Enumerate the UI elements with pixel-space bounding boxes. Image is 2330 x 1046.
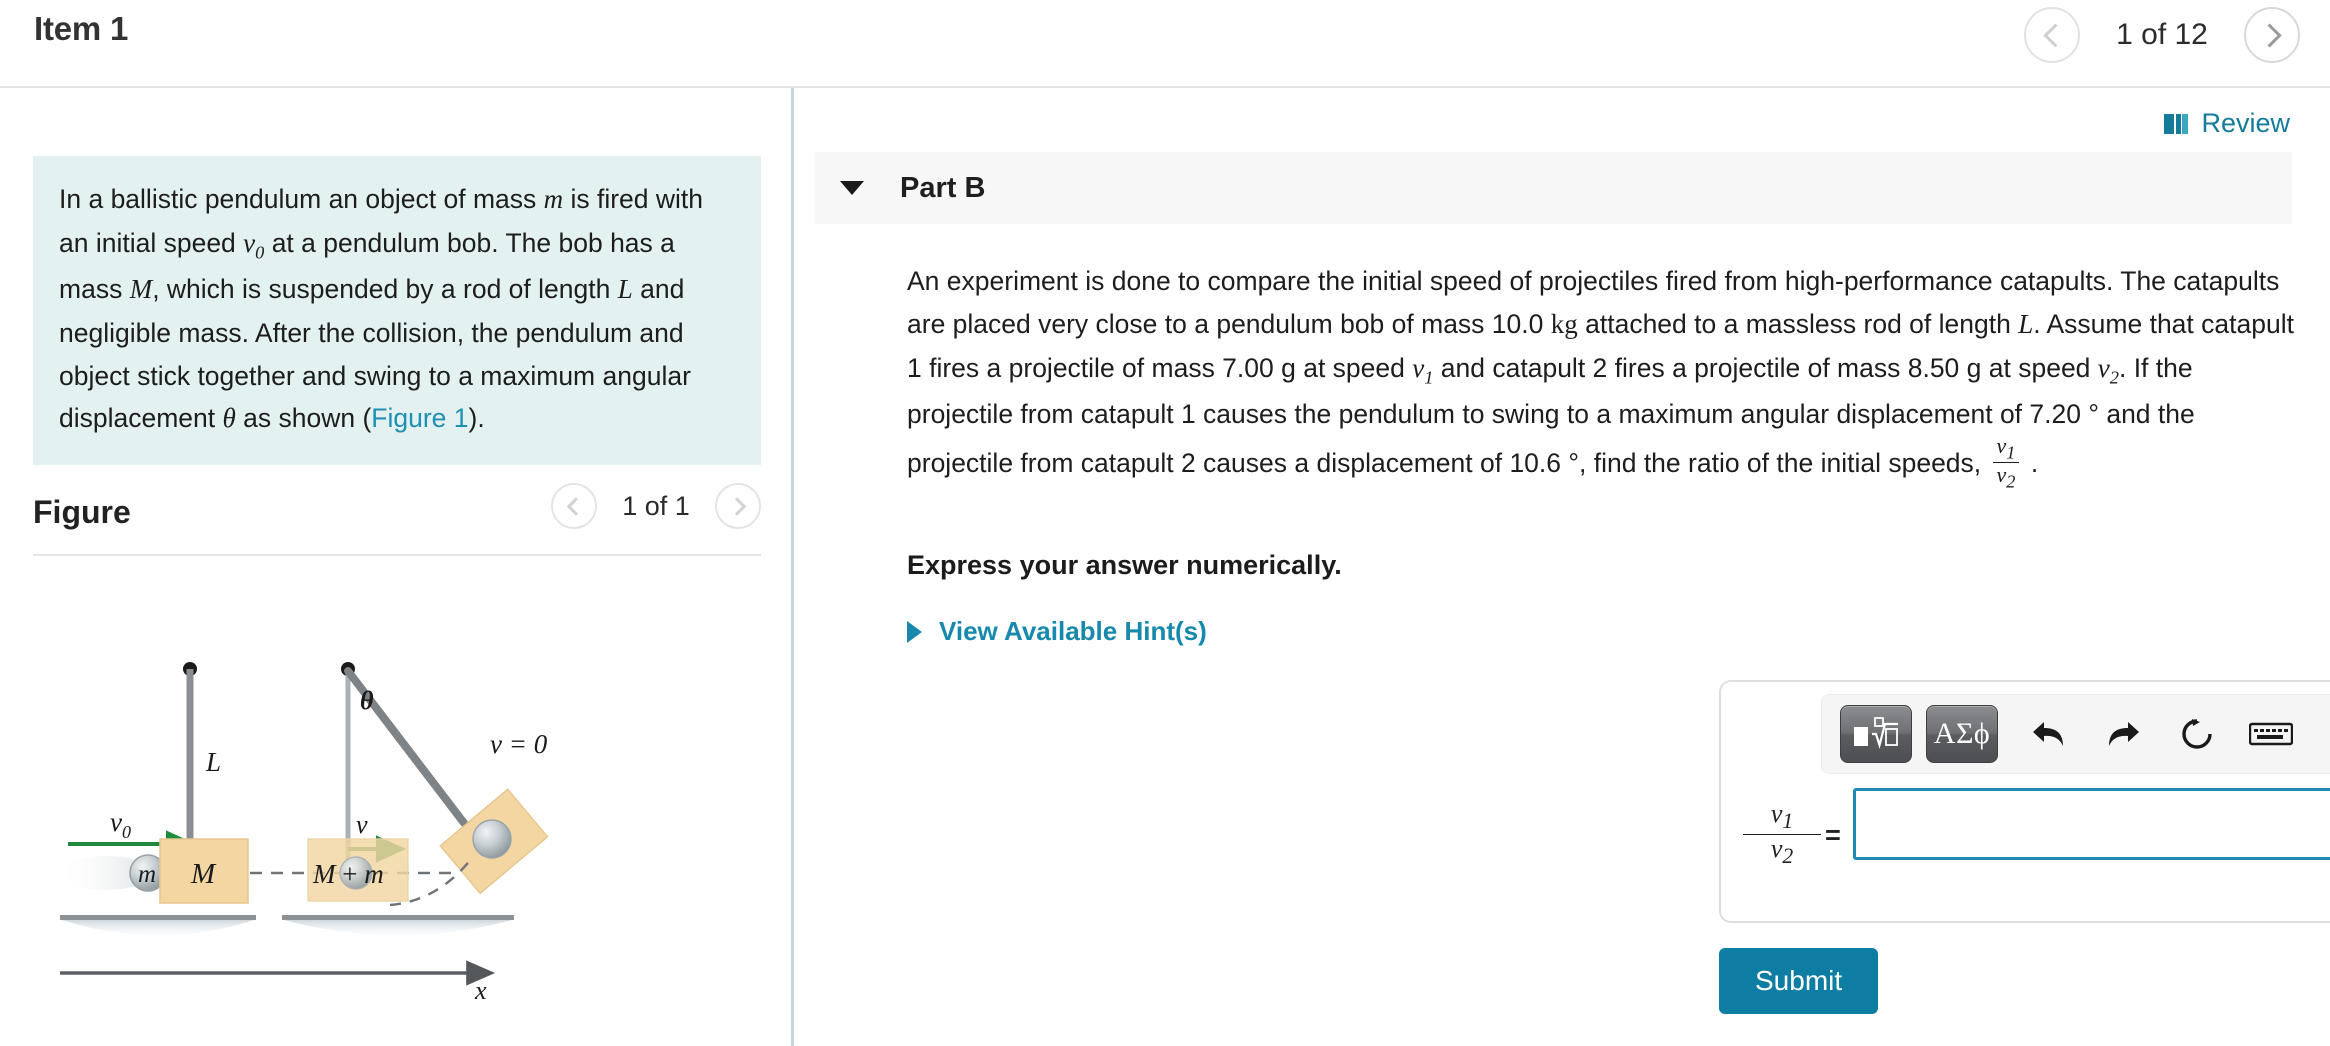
figure-divider	[33, 554, 761, 556]
q-seg-2: attached to a massless rod of length	[1577, 308, 2019, 339]
greek-symbols-button[interactable]: ΑΣϕ	[1926, 705, 1998, 763]
answer-input[interactable]	[1853, 788, 2330, 860]
label-v-equals-zero: v = 0	[490, 729, 548, 759]
greek-label: ΑΣϕ	[1933, 717, 1991, 750]
item-counter: 1 of 12	[2116, 18, 2208, 51]
speed-ratio-fraction: v1 v2	[1992, 432, 2020, 492]
question-var-v2: v2	[2097, 352, 2119, 388]
statement-text-6: as shown (	[235, 403, 372, 434]
math-toolbar: ΑΣϕ	[1821, 694, 2330, 774]
figure-navigation: 1 of 1	[551, 483, 761, 529]
page-title: Item 1	[34, 10, 129, 47]
label-v0: v0	[110, 807, 131, 842]
label-x-axis: x	[474, 976, 487, 1005]
answer-panel: ΑΣϕ v1 v2 =	[1719, 680, 2330, 923]
figure-previous-button[interactable]	[551, 483, 597, 529]
label-v: v	[356, 810, 368, 839]
view-hints-button[interactable]: View Available Hint(s)	[907, 616, 1207, 647]
next-item-button[interactable]	[2244, 7, 2300, 63]
mastering-physics-page: Item 1 1 of 12 In a ballistic pendulum a…	[0, 0, 2330, 1046]
surface-left-shadow	[62, 920, 254, 936]
answer-instruction: Express your answer numerically.	[907, 550, 1342, 580]
math-template-icon	[1854, 717, 1898, 749]
surface-right	[282, 915, 514, 920]
ballistic-pendulum-figure: L m v0 M θ v = 0 v M + m x	[57, 643, 740, 1043]
figure-next-button[interactable]	[715, 483, 761, 529]
triangle-right-icon	[907, 620, 922, 643]
previous-item-button[interactable]	[2024, 7, 2080, 63]
question-var-L: L	[2018, 308, 2034, 339]
statement-text-1: In a ballistic pendulum an object of mas…	[59, 184, 544, 214]
question-text: An experiment is done to compare the ini…	[907, 260, 2297, 494]
unit-kg: kg	[1550, 308, 1578, 339]
reset-circle-icon	[2182, 719, 2212, 749]
hints-label: View Available Hint(s)	[939, 616, 1207, 646]
redo-button[interactable]	[2086, 705, 2160, 763]
statement-var-theta: θ	[222, 403, 236, 434]
lhs-denominator: v2	[1743, 833, 1821, 869]
figure-counter: 1 of 1	[622, 490, 690, 521]
q-seg-4: and catapult 2 fires a projectile of mas…	[1433, 352, 2098, 383]
triangle-down-icon[interactable]	[840, 181, 864, 195]
equals-sign: =	[1825, 820, 1841, 850]
label-L: L	[205, 747, 221, 777]
reset-button[interactable]	[2160, 705, 2234, 763]
label-M: M	[190, 858, 217, 890]
figure-svg: L m v0 M θ v = 0 v M + m x	[57, 662, 549, 1005]
embedded-projectile	[472, 819, 512, 859]
statement-var-M: M	[129, 273, 153, 304]
label-M-plus-m: M + m	[312, 859, 384, 889]
q-seg-8: .	[2023, 447, 2039, 478]
lhs-numerator: v1	[1770, 799, 1794, 834]
statement-var-L: L	[617, 273, 633, 304]
figure-header: Figure 1 of 1	[33, 481, 761, 553]
math-template-button[interactable]	[1840, 705, 1912, 763]
q-seg-7: , find the ratio of the initial speeds,	[1579, 447, 1989, 478]
statement-var-m: m	[543, 184, 564, 214]
chevron-right-icon	[727, 496, 746, 516]
statement-text-4: , which is suspended by a rod of length	[152, 273, 618, 304]
help-button[interactable]: ?	[2308, 705, 2330, 763]
question-var-v1: v1	[1412, 352, 1434, 388]
book-icon	[2164, 113, 2189, 134]
submit-button[interactable]: Submit	[1719, 948, 1879, 1014]
rod-left	[186, 669, 194, 839]
undo-arrow-icon	[2033, 722, 2063, 746]
label-theta: θ	[360, 686, 374, 715]
statement-var-v0: v0	[243, 227, 265, 263]
keyboard-button[interactable]	[2234, 705, 2308, 763]
review-label: Review	[2201, 108, 2290, 138]
surface-left	[60, 915, 256, 920]
problem-statement: In a ballistic pendulum an object of mas…	[33, 156, 761, 466]
figure-1-link[interactable]: Figure 1	[371, 403, 468, 433]
ratio-numerator: v1	[1996, 432, 2016, 463]
statement-text-7: ).	[468, 403, 485, 434]
surface-right-shadow	[284, 920, 512, 936]
left-panel: In a ballistic pendulum an object of mas…	[0, 88, 793, 1046]
right-panel: Review Part B An experiment is done to c…	[794, 88, 2330, 1046]
chevron-left-icon	[566, 496, 585, 516]
answer-lhs-fraction: v1 v2	[1743, 799, 1821, 869]
undo-button[interactable]	[2012, 705, 2086, 763]
review-button[interactable]: Review	[2163, 108, 2290, 139]
item-navigation: 1 of 12	[2024, 7, 2300, 63]
keyboard-icon	[2249, 722, 2293, 746]
redo-arrow-icon	[2109, 722, 2139, 746]
label-m: m	[138, 861, 156, 888]
degree-symbol-1: °	[2088, 398, 2099, 429]
chevron-left-icon	[2042, 22, 2067, 48]
degree-symbol-2: °	[1568, 447, 1579, 478]
top-bar: Item 1 1 of 12	[0, 0, 2330, 88]
part-b-header[interactable]: Part B	[814, 152, 2292, 224]
ratio-denominator: v2	[1992, 462, 2020, 492]
part-label: Part B	[900, 171, 986, 204]
chevron-right-icon	[2257, 22, 2282, 48]
